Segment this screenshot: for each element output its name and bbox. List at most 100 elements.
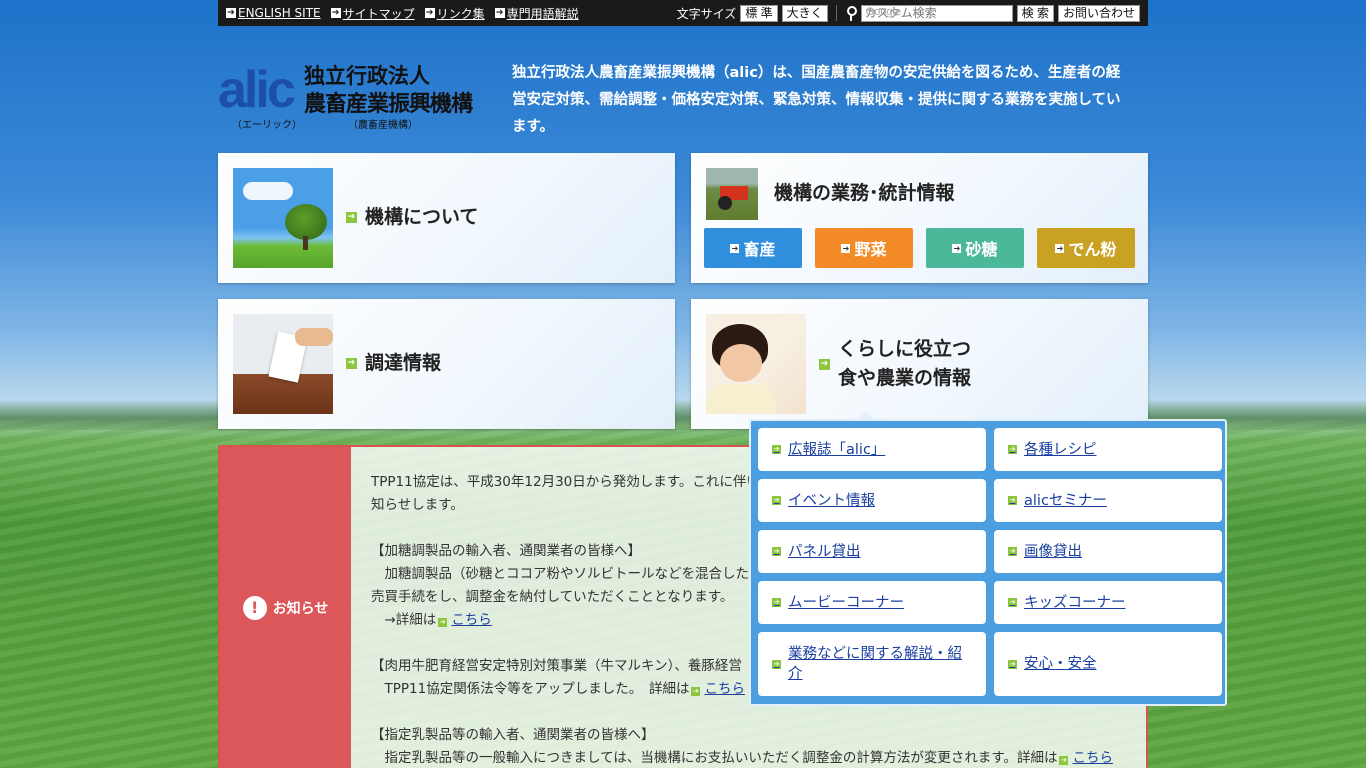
sitemap-label: サイトマップ: [342, 6, 415, 21]
menu-item-label: キッズコーナー: [1024, 594, 1126, 611]
exclamation-icon: !: [242, 595, 267, 620]
tile-life-info-line1: くらしに役立つ: [838, 338, 972, 360]
category-buttons: ➔ 畜産 ➔ 野菜 ➔ 砂糖 ➔ でん粉: [704, 228, 1135, 268]
category-livestock-button[interactable]: ➔ 畜産: [704, 228, 802, 268]
arrow-icon: ➔: [819, 358, 830, 370]
tile-life-info-line2: 食や農業の情報: [838, 367, 972, 389]
tile-business-title: 機構の業務･統計情報: [774, 179, 955, 208]
arrow-icon: ➔: [1008, 496, 1017, 505]
sitemap-link[interactable]: ➔ サイトマップ: [330, 5, 415, 22]
menu-item-panel-rental[interactable]: ➔ パネル貸出: [758, 530, 986, 573]
notice-line-with-link: 指定乳製品等の一般輸入につきましては、当機構にお支払いいただく調整金の計算方法が…: [371, 747, 1131, 768]
utility-links: ➔ ENGLISH SITE ➔ サイトマップ ➔ リンク集 ➔ 専門用語解説: [226, 5, 579, 22]
arrow-icon: ➔: [494, 8, 505, 18]
menu-item-recipes[interactable]: ➔ 各種レシピ: [994, 428, 1222, 471]
glossary-link[interactable]: ➔ 専門用語解説: [494, 5, 579, 22]
arrow-icon: ➔: [1008, 659, 1017, 669]
logo-reading: （エーリック）: [232, 120, 302, 131]
arrow-icon: ➔: [841, 243, 851, 253]
arrow-icon: ➔: [772, 598, 781, 607]
menu-item-label: 画像貸出: [1024, 543, 1082, 560]
english-site-link[interactable]: ➔ ENGLISH SITE: [226, 5, 321, 22]
notice-detail-link[interactable]: こちら: [451, 612, 492, 628]
arrow-icon: ➔: [1008, 598, 1017, 607]
menu-item-label: ムービーコーナー: [788, 594, 904, 611]
tile-business[interactable]: 機構の業務･統計情報 ➔ 畜産 ➔ 野菜 ➔ 砂糖 ➔ でん粉: [691, 153, 1148, 283]
notice-label-text: お知らせ: [272, 600, 329, 617]
dropdown-grid: ➔ 広報誌「alic」 ➔ 各種レシピ ➔ イベント情報 ➔ alicセミナー ➔ パネル…: [758, 428, 1222, 696]
font-size-large-button[interactable]: 大きく: [781, 4, 828, 22]
tile-life-info-text: くらしに役立つ 食や農業の情報: [838, 335, 971, 393]
notice-line-text: 指定乳製品等の一般輸入につきましては、当機構にお支払いいただく調整金の計算方法が…: [371, 750, 1058, 766]
menu-item-label: 業務などに関する解説・紹介: [788, 646, 962, 682]
category-sugar-label: 砂糖: [965, 240, 998, 259]
logo-mark: alic: [218, 64, 296, 116]
arrow-icon: ➔: [772, 496, 781, 505]
arrow-icon: ➔: [346, 358, 357, 369]
contact-button[interactable]: お問い合わせ: [1057, 4, 1140, 22]
search-input[interactable]: [860, 4, 1013, 22]
notice-line-text: →詳細は: [371, 612, 437, 628]
links-page-label: リンク集: [436, 6, 485, 21]
menu-item-label: alicセミナー: [1024, 492, 1107, 509]
notice-label: ! お知らせ: [220, 447, 351, 768]
arrow-icon: ➔: [424, 8, 435, 18]
glossary-label: 専門用語解説: [506, 6, 579, 21]
menu-item-events[interactable]: ➔ イベント情報: [758, 479, 986, 522]
arrow-icon: ➔: [772, 445, 781, 454]
arrow-icon: ➔: [1055, 243, 1065, 253]
arrow-icon: ➔: [330, 8, 341, 18]
arrow-icon: ➔: [346, 212, 357, 223]
tractor-photo: [706, 168, 758, 220]
arrow-icon: ➔: [772, 547, 781, 556]
menu-item-explanations[interactable]: ➔ 業務などに関する解説・紹介: [758, 632, 986, 696]
tile-about-title: ➔ 機構について: [346, 203, 478, 232]
menu-item-label: 広報誌「alic」: [788, 441, 886, 458]
english-site-label: ENGLISH SITE: [238, 6, 321, 20]
arrow-icon: ➔: [952, 243, 962, 253]
menu-item-movies[interactable]: ➔ ムービーコーナー: [758, 581, 986, 624]
arrow-icon: ➔: [772, 659, 781, 669]
category-starch-button[interactable]: ➔ でん粉: [1037, 228, 1135, 268]
menu-item-label: 安心・安全: [1024, 656, 1097, 672]
girl-photo: [706, 314, 806, 414]
site-logo[interactable]: alic 独立行政法人 農畜産業振興機構 （エーリック） （農畜産機構）: [218, 60, 493, 132]
notice-detail-link[interactable]: こちら: [1072, 750, 1113, 766]
tile-business-label: 機構の業務･統計情報: [774, 182, 955, 204]
menu-item-image-rental[interactable]: ➔ 画像貸出: [994, 530, 1222, 573]
tile-about-label: 機構について: [365, 206, 479, 228]
tree-photo: [233, 168, 333, 268]
links-page-link[interactable]: ➔ リンク集: [424, 5, 485, 22]
utility-right: 文字サイズ 標 準 大きく Google 検 索 お問い合わせ: [676, 4, 1140, 22]
tile-about[interactable]: ➔ 機構について: [218, 153, 675, 283]
search-box: Google: [860, 4, 1013, 22]
font-size-label: 文字サイズ: [676, 6, 737, 21]
divider: [835, 5, 837, 21]
menu-item-kids[interactable]: ➔ キッズコーナー: [994, 581, 1222, 624]
arrow-icon: ➔: [1008, 547, 1017, 556]
category-livestock-label: 畜産: [743, 240, 776, 259]
category-sugar-button[interactable]: ➔ 砂糖: [926, 228, 1024, 268]
tile-procurement[interactable]: ➔ 調達情報: [218, 299, 675, 429]
menu-item-safety[interactable]: ➔ 安心・安全: [994, 632, 1222, 696]
tile-life-info[interactable]: ➔ くらしに役立つ 食や農業の情報: [691, 299, 1148, 429]
notice-line-text: TPP11協定関係法令等をアップしました。 詳細は: [371, 681, 690, 697]
tile-procurement-title: ➔ 調達情報: [346, 349, 441, 378]
ballot-photo: [233, 314, 333, 414]
category-vegetables-label: 野菜: [854, 240, 887, 259]
search-button[interactable]: 検 索: [1016, 4, 1054, 22]
arrow-icon: ➔: [1008, 445, 1017, 454]
font-size-standard-button[interactable]: 標 準: [740, 4, 778, 22]
menu-item-label: イベント情報: [788, 492, 875, 509]
life-info-dropdown: ➔ 広報誌「alic」 ➔ 各種レシピ ➔ イベント情報 ➔ alicセミナー ➔ パネル…: [749, 411, 1227, 706]
category-vegetables-button[interactable]: ➔ 野菜: [815, 228, 913, 268]
notice-detail-link[interactable]: こちら: [704, 681, 745, 697]
category-starch-label: でん粉: [1068, 240, 1117, 259]
menu-item-pr-magazine[interactable]: ➔ 広報誌「alic」: [758, 428, 986, 471]
tile-procurement-label: 調達情報: [365, 352, 442, 374]
menu-item-label: パネル貸出: [788, 543, 861, 560]
notice-line: 【指定乳製品等の輸入者、通関業者の皆様へ】: [371, 727, 655, 743]
menu-item-seminar[interactable]: ➔ alicセミナー: [994, 479, 1222, 522]
tile-life-info-title: ➔ くらしに役立つ 食や農業の情報: [819, 335, 971, 393]
arrow-icon: ➔: [691, 687, 701, 696]
